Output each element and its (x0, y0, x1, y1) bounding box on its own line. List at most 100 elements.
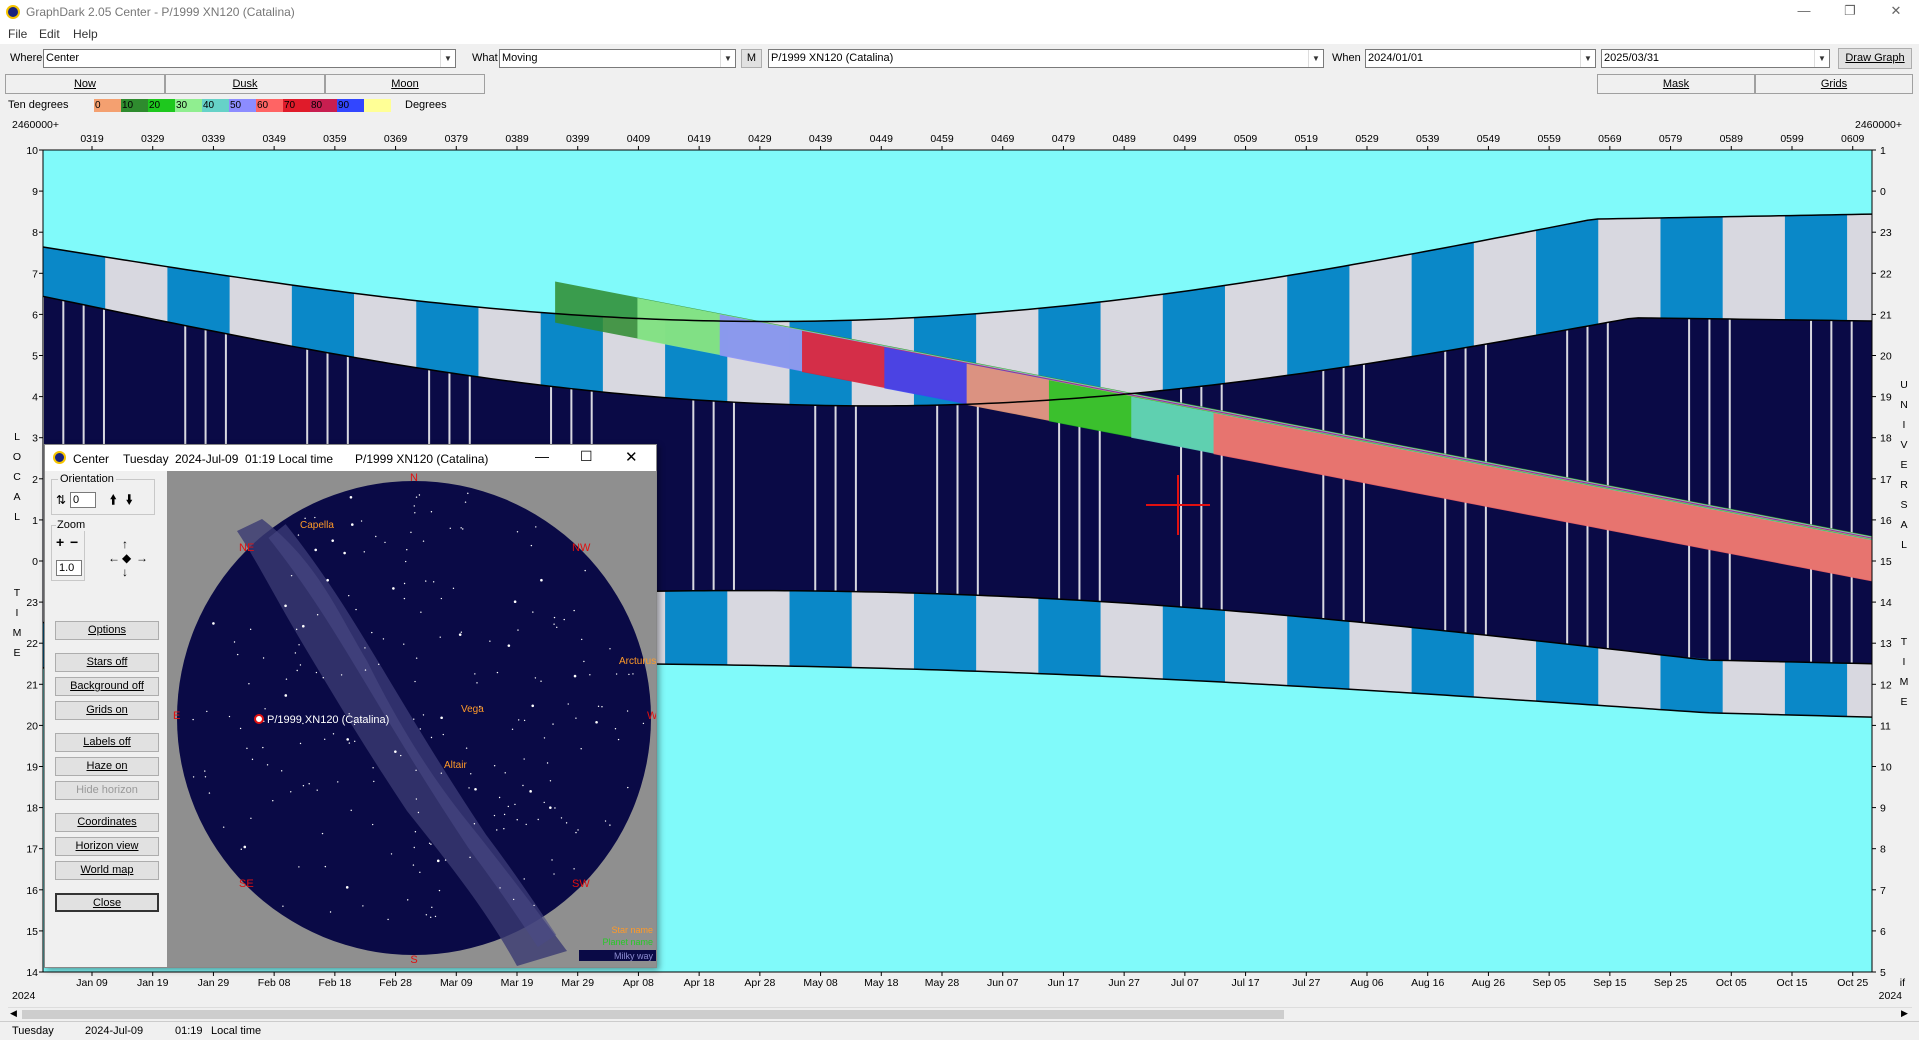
where-select[interactable]: Center ▼ (43, 49, 456, 68)
star (553, 873, 555, 875)
from-date-select[interactable]: 2024/01/01 ▼ (1365, 49, 1596, 68)
star (372, 767, 374, 769)
scroll-right-icon[interactable]: ▶ (1901, 1008, 1908, 1019)
star (264, 708, 266, 710)
ut-label: 1 (1880, 145, 1886, 157)
star-label-altair: Altair (444, 760, 467, 771)
horizontal-scrollbar[interactable]: ◀ ▶ (8, 1007, 1912, 1021)
world-map-button[interactable]: World map (55, 861, 159, 880)
star (476, 682, 478, 684)
close-button[interactable]: Close (55, 893, 159, 912)
options-button[interactable]: Options (55, 621, 159, 640)
sky-chart[interactable]: N NE NW E W SE SW S Capella Vega Altair … (167, 471, 656, 967)
object-value: P/1999 XN120 (Catalina) (771, 52, 894, 64)
sky-maximize-button[interactable]: ☐ (580, 448, 593, 465)
rotate-icon[interactable]: ⇅ (56, 493, 66, 507)
local-time-label: 21 (26, 679, 38, 691)
orientation-input[interactable]: 0 (70, 492, 96, 508)
maximize-button[interactable]: ❐ (1827, 0, 1873, 24)
tab-now[interactable]: Now (5, 74, 165, 94)
stars-off-button[interactable]: Stars off (55, 653, 159, 672)
jd-tick-label: 0529 (1355, 133, 1379, 145)
m-button[interactable]: M (741, 49, 762, 68)
star (302, 785, 305, 787)
tab-moon[interactable]: Moon (325, 74, 485, 94)
close-window-button[interactable]: ✕ (1873, 0, 1919, 24)
menu-file[interactable]: File (8, 27, 27, 41)
pan-left-icon[interactable]: ← (108, 551, 120, 565)
chevron-down-icon: ▼ (720, 50, 735, 67)
pan-up-icon[interactable]: ↑ (122, 537, 128, 551)
pan-down-icon[interactable]: ↓ (122, 565, 128, 579)
date-tick-label: Oct 05 (1716, 977, 1747, 989)
draw-graph-button[interactable]: Draw Graph (1838, 48, 1912, 69)
what-select[interactable]: Moving ▼ (499, 49, 736, 68)
to-date-select[interactable]: 2025/03/31 ▼ (1601, 49, 1830, 68)
date-tick-label: Jun 07 (987, 977, 1019, 989)
star (439, 636, 441, 638)
star (496, 671, 499, 674)
star (407, 899, 409, 901)
scroll-left-icon[interactable]: ◀ (10, 1008, 17, 1019)
star (452, 587, 455, 590)
left-title-char: L (14, 511, 20, 523)
twilight-segment (291, 285, 355, 358)
jd-tick-label: 0519 (1295, 133, 1319, 145)
pan-center-icon[interactable]: ◆ (122, 551, 131, 565)
jd-offset-left: 2460000+ (12, 119, 59, 131)
star (363, 551, 365, 553)
orientation-label: Orientation (58, 473, 116, 485)
zoom-input[interactable]: 1.0 (56, 560, 82, 576)
star (375, 535, 377, 538)
menu-help[interactable]: Help (73, 27, 98, 41)
coordinates-button[interactable]: Coordinates (55, 813, 159, 832)
star (360, 520, 363, 522)
star (414, 512, 416, 514)
jd-tick-label: 0379 (445, 133, 469, 145)
sky-close-x-button[interactable]: ✕ (625, 448, 638, 466)
menu-edit[interactable]: Edit (39, 27, 60, 41)
star (415, 798, 418, 800)
star (473, 823, 476, 825)
star (400, 754, 402, 757)
local-time-label: 10 (26, 145, 38, 157)
pan-right-icon[interactable]: → (136, 551, 148, 565)
star (556, 626, 558, 629)
zoom-out-icon[interactable]: − (70, 534, 78, 550)
star (299, 742, 302, 745)
background-off-button[interactable]: Background off (55, 677, 159, 696)
target-marker[interactable] (254, 714, 264, 724)
grids-on-button[interactable]: Grids on (55, 701, 159, 720)
star (553, 623, 555, 625)
star (540, 578, 543, 582)
scroll-thumb[interactable] (22, 1010, 1284, 1019)
star (315, 671, 318, 674)
star (575, 831, 577, 834)
target-label: P/1999 XN120 (Catalina) (267, 714, 389, 726)
star (284, 694, 288, 697)
horizon-view-button[interactable]: Horizon view (55, 837, 159, 856)
jd-tick-label: 0339 (202, 133, 226, 145)
tab-mask[interactable]: Mask (1597, 74, 1755, 94)
date-tick-label: Sep 15 (1593, 977, 1626, 989)
twilight-segment (1536, 640, 1599, 706)
labels-off-button[interactable]: Labels off (55, 733, 159, 752)
star (192, 718, 194, 721)
tab-dusk[interactable]: Dusk (165, 74, 325, 94)
local-time-label: 8 (32, 227, 38, 239)
sky-minimize-button[interactable]: — (535, 448, 549, 464)
object-select[interactable]: P/1999 XN120 (Catalina) ▼ (768, 49, 1324, 68)
pan-control[interactable]: ↑ ← ◆ → ↓ (107, 537, 149, 585)
star (489, 640, 491, 642)
star (331, 539, 335, 542)
zoom-in-icon[interactable]: + (56, 534, 64, 550)
star (573, 609, 575, 612)
jd-tick-label: 0559 (1537, 133, 1561, 145)
haze-on-button[interactable]: Haze on (55, 757, 159, 776)
minimize-button[interactable]: — (1781, 0, 1827, 24)
star (422, 540, 425, 542)
star (552, 723, 554, 725)
arrow-down-icon[interactable]: 🠛 (126, 491, 133, 513)
tab-grids[interactable]: Grids (1755, 74, 1913, 94)
arrow-up-icon[interactable]: 🠙 (110, 491, 117, 513)
